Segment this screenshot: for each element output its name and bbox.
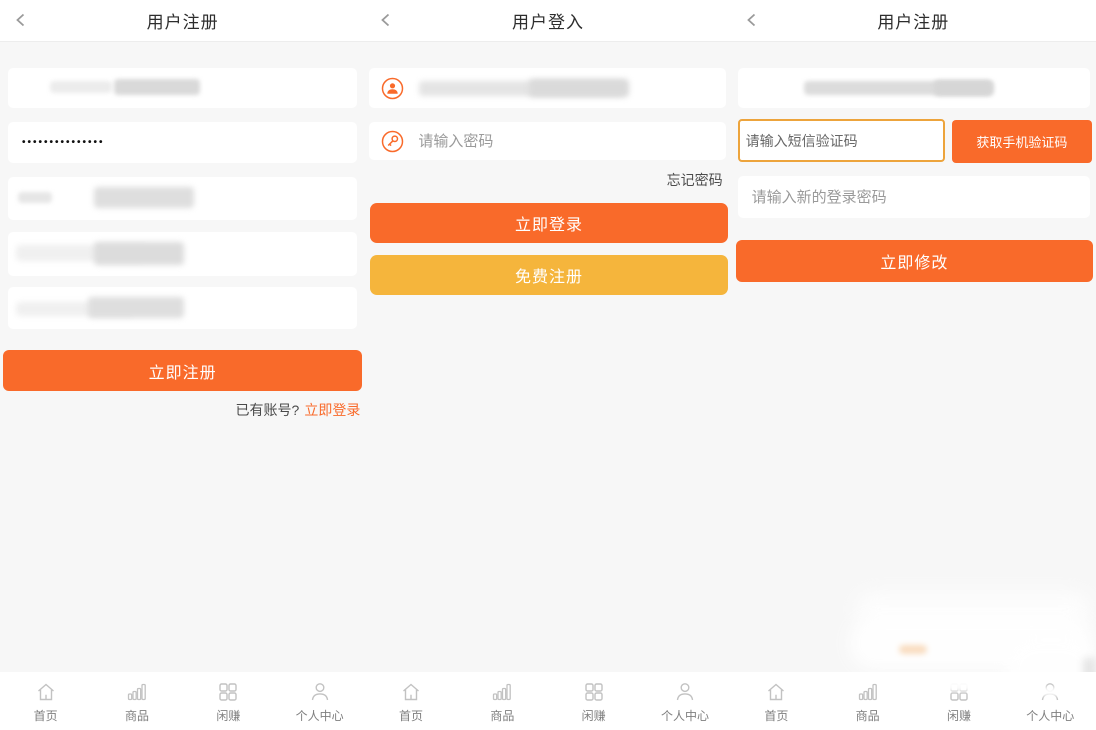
login-button[interactable]: 立即登录 bbox=[370, 203, 728, 243]
login-link[interactable]: 立即登录 bbox=[304, 402, 360, 418]
user-icon bbox=[676, 683, 694, 701]
tab-home[interactable]: 首页 bbox=[365, 672, 456, 730]
tab-profile[interactable]: 个人中心 bbox=[1005, 672, 1096, 730]
app: 用户注册 立即注册 已有账号 bbox=[0, 0, 1096, 730]
page-title: 用户注册 bbox=[146, 13, 219, 32]
register-field-4[interactable] bbox=[8, 232, 358, 276]
have-account-text: 已有账号? bbox=[235, 402, 300, 418]
register-field-5[interactable] bbox=[8, 287, 358, 329]
tab-label: 闲赚 bbox=[581, 709, 606, 723]
tab-profile[interactable]: 个人中心 bbox=[639, 672, 730, 730]
tab-label: 闲赚 bbox=[216, 709, 241, 723]
tab-products[interactable]: 商品 bbox=[822, 672, 913, 730]
home-icon bbox=[37, 683, 54, 701]
grid-icon bbox=[584, 683, 603, 701]
tab-label: 首页 bbox=[33, 709, 58, 723]
user-icon bbox=[311, 683, 328, 701]
new-password-field[interactable] bbox=[737, 176, 1090, 218]
free-register-button[interactable]: 免费注册 bbox=[370, 255, 728, 295]
grid-icon bbox=[950, 683, 968, 701]
tab-profile[interactable]: 个人中心 bbox=[274, 672, 365, 730]
tab-label: 商品 bbox=[490, 709, 515, 723]
get-code-button[interactable]: 获取手机验证码 bbox=[951, 120, 1092, 163]
bar-chart-icon bbox=[858, 683, 877, 701]
page-title: 用户注册 bbox=[877, 13, 950, 32]
redacted-text bbox=[88, 297, 184, 318]
redacted-text bbox=[529, 79, 630, 97]
register-submit-button[interactable]: 立即注册 bbox=[3, 350, 363, 391]
redacted-text bbox=[114, 79, 200, 95]
smudge bbox=[848, 616, 1094, 670]
login-password-field[interactable] bbox=[369, 122, 726, 160]
register-password-field[interactable] bbox=[8, 122, 358, 163]
tab-home[interactable]: 首页 bbox=[0, 672, 91, 730]
tab-home[interactable]: 首页 bbox=[731, 672, 822, 730]
tab-label: 个人中心 bbox=[295, 709, 344, 723]
register-username-field[interactable] bbox=[8, 68, 358, 108]
password-input[interactable] bbox=[8, 122, 358, 163]
modify-button[interactable]: 立即修改 bbox=[735, 240, 1093, 282]
register-screen: 用户注册 立即注册 已有账号 bbox=[0, 0, 366, 672]
redacted-text bbox=[18, 192, 52, 203]
tab-products[interactable]: 商品 bbox=[457, 672, 548, 730]
redacted-text bbox=[933, 80, 992, 96]
reset-phone-field[interactable] bbox=[737, 68, 1090, 108]
tab-idle-earn[interactable]: 闲赚 bbox=[548, 672, 639, 730]
tab-label: 首页 bbox=[398, 709, 423, 723]
reset-password-screen: 用户注册 获取手机验证码 立即修改 bbox=[730, 0, 1096, 716]
register-header: 用户注册 bbox=[0, 0, 366, 42]
key-circle-icon bbox=[381, 130, 404, 153]
tab-label: 个人中心 bbox=[660, 709, 709, 723]
tab-idle-earn[interactable]: 闲赚 bbox=[183, 672, 274, 730]
redacted-text bbox=[94, 187, 194, 208]
back-icon[interactable] bbox=[741, 9, 763, 31]
tab-label: 首页 bbox=[764, 709, 789, 723]
redacted-text bbox=[94, 242, 184, 265]
page-title: 用户登入 bbox=[511, 13, 584, 32]
password-input[interactable] bbox=[404, 122, 726, 160]
smudge bbox=[855, 592, 1091, 626]
back-icon[interactable] bbox=[10, 9, 32, 31]
login-screen: 用户登入 请输入密码 忘记密码 立即登录 免费注册 bbox=[365, 0, 731, 672]
tab-label: 商品 bbox=[855, 709, 880, 723]
grid-icon bbox=[219, 683, 238, 701]
home-icon bbox=[403, 683, 419, 701]
back-icon[interactable] bbox=[375, 9, 397, 31]
login-username-field[interactable] bbox=[369, 68, 726, 108]
tab-products[interactable]: 商品 bbox=[91, 672, 182, 730]
sms-code-input[interactable] bbox=[739, 121, 943, 160]
sms-code-field[interactable] bbox=[737, 119, 945, 162]
tab-label: 个人中心 bbox=[1026, 709, 1075, 723]
user-circle-icon bbox=[381, 77, 404, 100]
register-field-3[interactable] bbox=[8, 177, 358, 220]
reset-header: 用户注册 bbox=[730, 0, 1096, 42]
tabbar-reset-screen: 首页 商品 闲赚 个人中心 bbox=[731, 672, 1096, 730]
tab-label: 商品 bbox=[124, 709, 149, 723]
bar-chart-icon bbox=[127, 683, 146, 701]
home-icon bbox=[768, 683, 785, 701]
have-account-row: 已有账号? 立即登录 bbox=[236, 400, 361, 420]
tabbar: 首页 商品 闲赚 个人中心 首页 商品 闲赚 个人中心 首页 商品 闲赚 个人中… bbox=[0, 672, 1096, 730]
tabbar-register-screen: 首页 商品 闲赚 个人中心 bbox=[0, 672, 365, 730]
tab-label: 闲赚 bbox=[946, 709, 971, 723]
smudge bbox=[898, 645, 927, 654]
forgot-password-link[interactable]: 忘记密码 bbox=[667, 170, 723, 190]
login-header: 用户登入 bbox=[365, 0, 731, 42]
tab-idle-earn[interactable]: 闲赚 bbox=[913, 672, 1004, 730]
new-password-input[interactable] bbox=[737, 176, 1090, 218]
redacted-text bbox=[50, 81, 112, 93]
tabbar-login-screen: 首页 商品 闲赚 个人中心 bbox=[365, 672, 730, 730]
screens-row: 用户注册 立即注册 已有账号 bbox=[0, 0, 1096, 716]
bar-chart-icon bbox=[493, 683, 512, 701]
user-icon bbox=[1042, 683, 1059, 701]
